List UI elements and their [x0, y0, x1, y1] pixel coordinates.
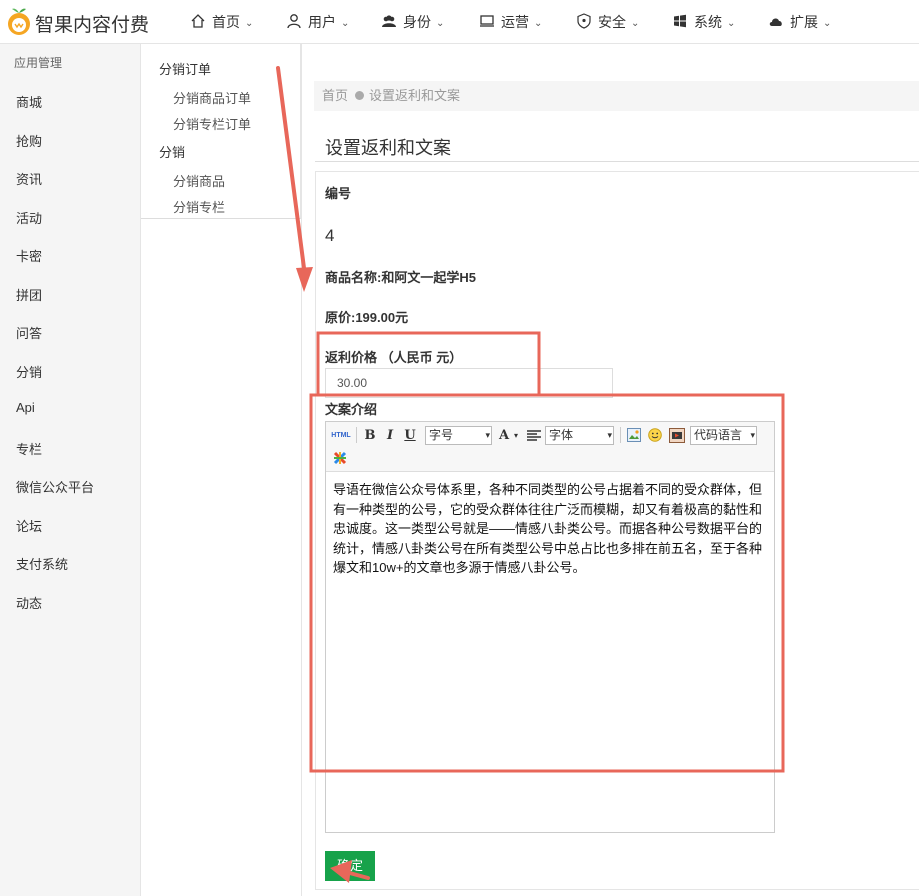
product-name: 商品名称:和阿文一起学H5 [325, 270, 476, 285]
monitor-icon [480, 15, 494, 27]
chevron-down-icon: ⌄ [631, 18, 640, 29]
rebate-label: 返利价格 （人民币 元） [325, 350, 463, 365]
breadcrumb: 首页 设置返利和文案 [314, 81, 919, 111]
submenu-item-product-orders[interactable]: 分销商品订单 [173, 88, 251, 107]
dropdown-arrow-icon: ▾ [485, 430, 490, 440]
nav-user[interactable]: 用户 ⌄ [286, 13, 349, 31]
sidebar-heading: 应用管理 [14, 56, 63, 70]
rich-text-editor: HTML B I U 字号 ▾ A ▾ 字体 ▾ 代码语言 ▾ 导语在微信公众号体系里… [325, 421, 775, 833]
sidebar-item-payment[interactable]: 支付系统 [16, 554, 68, 573]
align-icon[interactable] [527, 430, 541, 442]
dropdown-arrow-icon: ▾ [750, 430, 755, 440]
sidebar-item-column[interactable]: 专栏 [16, 439, 42, 458]
app-sidebar: 应用管理 商城 抢购 资讯 活动 卡密 拼团 问答 分销 Api 专栏 微信公众… [0, 44, 141, 896]
sidebar-item-forum[interactable]: 论坛 [16, 516, 42, 535]
chevron-down-icon: ⌄ [823, 18, 832, 29]
chevron-down-icon: ⌄ [534, 18, 543, 29]
font-color-button[interactable]: A [497, 427, 511, 445]
image-icon[interactable] [627, 428, 641, 442]
toolbar-separator [620, 427, 621, 443]
chevron-down-icon: ⌄ [727, 18, 736, 29]
copy-label: 文案介绍 [325, 402, 378, 417]
emoji-icon[interactable] [648, 428, 662, 442]
user-icon [287, 14, 301, 29]
nav-operations[interactable]: 运营 ⌄ [479, 13, 542, 31]
underline-button[interactable]: U [402, 427, 418, 445]
font-color-arrow-icon[interactable]: ▾ [511, 427, 521, 445]
sidebar-item-flash-sale[interactable]: 抢购 [16, 131, 42, 150]
submenu-group-distribution[interactable]: 分销 [159, 142, 185, 161]
sidebar-item-feed[interactable]: 动态 [16, 593, 42, 612]
submenu-item-products[interactable]: 分销商品 [173, 171, 225, 190]
sidebar-item-distribution[interactable]: 分销 [16, 362, 42, 381]
id-label: 编号 [325, 186, 352, 201]
sub-menu: 分销订单 分销商品订单 分销专栏订单 分销 分销商品 分销专栏 [141, 44, 301, 219]
breadcrumb-home[interactable]: 首页 [322, 88, 348, 103]
submenu-group-orders[interactable]: 分销订单 [159, 59, 211, 78]
sidebar-item-activity[interactable]: 活动 [16, 208, 42, 227]
font-size-select[interactable]: 字号 ▾ [425, 426, 492, 445]
nav-security[interactable]: 安全 ⌄ [576, 13, 639, 31]
dropdown-arrow-icon: ▾ [607, 430, 612, 440]
html-source-button[interactable]: HTML [331, 427, 351, 445]
toolbar-separator [356, 427, 357, 443]
orange-logo-icon [8, 8, 30, 35]
original-price: 原价:199.00元 [325, 310, 409, 325]
submenu-item-column-orders[interactable]: 分销专栏订单 [173, 114, 251, 133]
italic-button[interactable]: I [382, 427, 398, 445]
sidebar-item-mall[interactable]: 商城 [16, 92, 42, 111]
sidebar-item-card-key[interactable]: 卡密 [16, 246, 42, 265]
divider [301, 44, 302, 896]
page-title: 设置返利和文案 [325, 138, 451, 158]
nav-system[interactable]: 系统 ⌄ [672, 13, 735, 31]
nav-identity[interactable]: 身份 ⌄ [381, 13, 444, 31]
users-icon [382, 15, 396, 27]
top-navbar: 智果内容付费 首页 ⌄ 用户 ⌄ 身份 ⌄ 运营 ⌄ 安全 ⌄ 系统 ⌄ 扩展 ⌄ [0, 0, 919, 44]
nav-extensions[interactable]: 扩展 ⌄ [768, 13, 831, 31]
nav-home[interactable]: 首页 ⌄ [190, 13, 253, 31]
code-language-select[interactable]: 代码语言 ▾ [690, 426, 757, 445]
sidebar-item-qa[interactable]: 问答 [16, 323, 42, 342]
divider [315, 161, 919, 162]
editor-toolbar: HTML B I U 字号 ▾ A ▾ 字体 ▾ 代码语言 ▾ [326, 422, 774, 472]
dot-icon [355, 91, 365, 100]
bold-button[interactable]: B [362, 427, 378, 445]
sidebar-item-wechat[interactable]: 微信公众平台 [16, 477, 94, 496]
chevron-down-icon: ⌄ [436, 18, 445, 29]
chevron-down-icon: ⌄ [341, 18, 350, 29]
submenu-item-columns[interactable]: 分销专栏 [173, 197, 225, 216]
media-icon[interactable] [669, 428, 685, 443]
submit-button[interactable]: 确定 [325, 851, 375, 881]
sidebar-item-group-buy[interactable]: 拼团 [16, 285, 42, 304]
editor-content[interactable]: 导语在微信公众号体系里，各种不同类型的公号占据着不同的受众群体，但有一种类型的公… [333, 480, 771, 578]
rebate-price-input[interactable] [325, 368, 613, 398]
chevron-down-icon: ⌄ [245, 18, 254, 29]
cloud-icon [769, 18, 782, 26]
sidebar-item-news[interactable]: 资讯 [16, 169, 42, 188]
windows-icon [674, 14, 686, 28]
id-value: 4 [325, 226, 335, 245]
app-title[interactable]: 智果内容付费 [35, 10, 149, 37]
font-family-select[interactable]: 字体 ▾ [545, 426, 614, 445]
breadcrumb-current: 设置返利和文案 [369, 88, 461, 103]
shield-icon [577, 13, 591, 29]
home-icon [191, 14, 205, 28]
clear-format-icon[interactable] [333, 451, 347, 465]
sidebar-item-api[interactable]: Api [16, 400, 35, 415]
